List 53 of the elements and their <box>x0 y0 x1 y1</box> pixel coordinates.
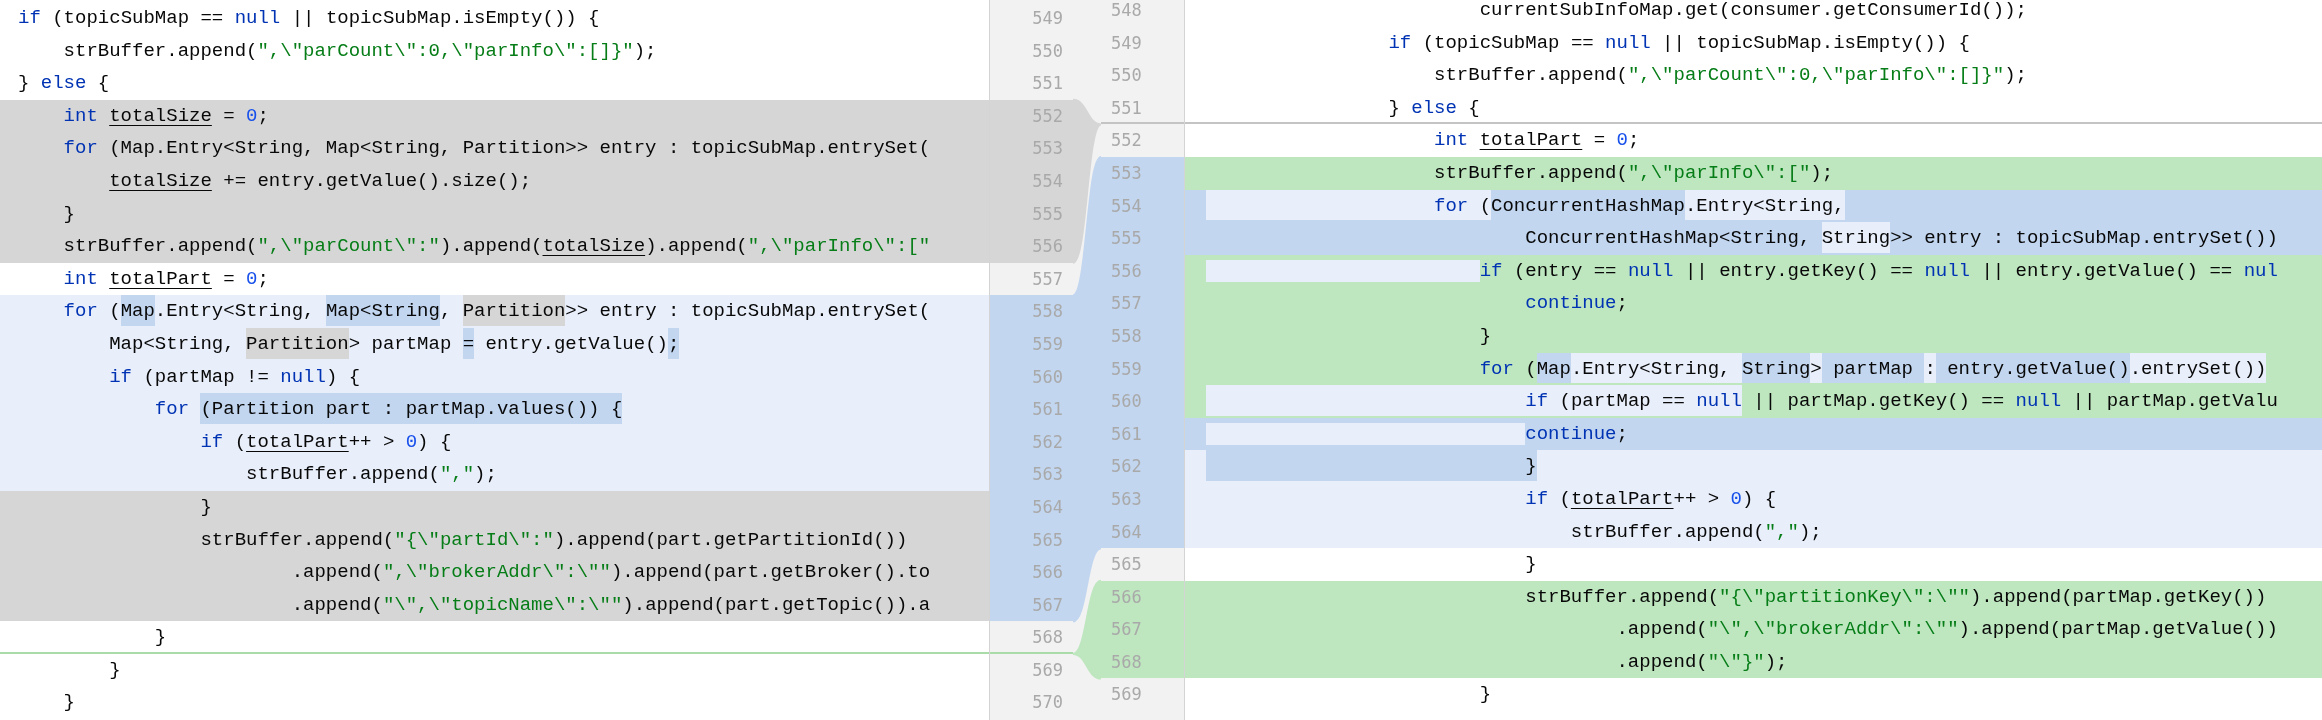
line-number: 554 <box>1101 189 1184 223</box>
line-number: 548 <box>1110 0 1143 22</box>
code-line: if (topicSubMap == null || topicSubMap.isEmpty()) { <box>17 6 601 31</box>
line-number: 559 <box>1101 352 1184 386</box>
line-number: 567 <box>1101 613 1184 646</box>
code-line: } <box>1524 552 1538 578</box>
line-number: 558 <box>990 295 1073 328</box>
line-number: 551 <box>1031 72 1064 96</box>
line-number: 563 <box>1101 482 1184 516</box>
line-number: 568 <box>1101 645 1184 679</box>
code-line: strBuffer.append(",\"parCount\":0,\"parInfo\":[]}"); <box>62 38 658 64</box>
line-number: 552 <box>1110 129 1143 153</box>
line-number: 563 <box>990 458 1073 491</box>
code-line: } <box>62 690 76 716</box>
line-number: 569 <box>1110 683 1143 707</box>
code-line: currentSubInfoMap.get(consumer.getConsumerId()); <box>1478 0 2028 23</box>
line-number: 570 <box>1031 691 1064 715</box>
line-number: 551 <box>1101 91 1184 125</box>
line-number: 568 <box>990 621 1073 654</box>
line-number: 556 <box>1101 254 1184 288</box>
code-line: int totalPart = 0; <box>62 266 270 292</box>
code-line: if (topicSubMap == null || topicSubMap.isEmpty()) { <box>1387 30 1971 56</box>
line-number: 564 <box>990 490 1073 524</box>
line-number: 562 <box>1101 450 1184 483</box>
line-number: 549 <box>1031 7 1064 30</box>
line-number: 565 <box>990 523 1073 557</box>
code-line: } <box>108 657 122 683</box>
line-number: 561 <box>990 393 1073 426</box>
code-line: } else { <box>17 71 111 97</box>
line-number: 559 <box>990 327 1073 361</box>
line-number: 565 <box>1110 553 1143 577</box>
line-number: 567 <box>990 588 1073 622</box>
line-number: 566 <box>990 556 1073 589</box>
line-number: 564 <box>1101 515 1184 549</box>
code-line: } <box>0 621 989 654</box>
line-number: 553 <box>1101 156 1184 190</box>
line-number: 557 <box>1101 287 1184 320</box>
code-line: strBuffer.append(",\"parCount\":0,\"parInfo\":[]}"); <box>1433 63 2028 89</box>
line-number: 560 <box>1101 385 1184 418</box>
line-number: 566 <box>1101 580 1184 614</box>
line-number: 562 <box>990 425 1073 459</box>
line-number: 569 <box>1031 658 1064 682</box>
line-number: 561 <box>1101 417 1184 451</box>
line-number: 560 <box>990 360 1073 394</box>
line-number: 557 <box>1031 267 1064 291</box>
line-number: 555 <box>1101 222 1184 255</box>
line-number: 550 <box>1031 39 1064 63</box>
line-number: 550 <box>1110 64 1143 88</box>
line-number: 558 <box>1101 319 1184 353</box>
code-line: int totalPart = 0; <box>1433 128 1641 154</box>
line-number: 549 <box>1110 31 1143 55</box>
code-line: } <box>1478 682 1493 708</box>
code-line: } else { <box>1185 91 2322 125</box>
